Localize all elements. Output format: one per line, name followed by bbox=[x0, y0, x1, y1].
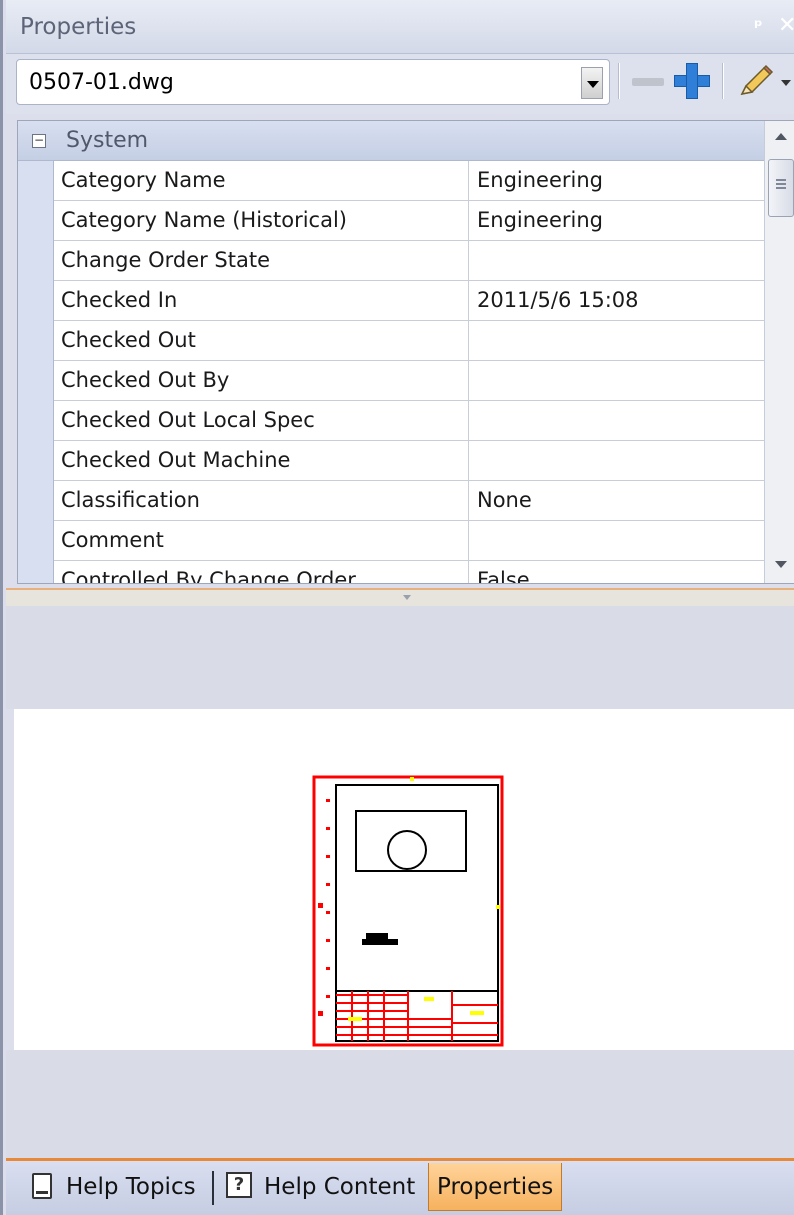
property-value[interactable]: None bbox=[469, 481, 764, 521]
splitter-handle[interactable] bbox=[6, 588, 794, 606]
property-name: Category Name (Historical) bbox=[54, 201, 469, 241]
property-value[interactable] bbox=[469, 361, 764, 401]
bottom-tab-bar: Help Topics ? Help Content Properties bbox=[6, 1158, 794, 1215]
property-value[interactable]: Engineering bbox=[469, 161, 764, 201]
property-value[interactable] bbox=[469, 521, 764, 561]
edit-pencil-icon[interactable] bbox=[736, 64, 776, 100]
splitter-grip-icon bbox=[403, 595, 411, 600]
tab-separator bbox=[212, 1171, 214, 1205]
property-name: Checked Out Machine bbox=[54, 441, 469, 481]
scroll-down-icon[interactable] bbox=[775, 561, 787, 568]
property-grid: − System Category Name Engineering Categor… bbox=[17, 120, 794, 584]
category-row-system[interactable]: − System bbox=[18, 121, 764, 161]
pin-icon[interactable]: ᵖ bbox=[754, 16, 763, 37]
help-icon: ? bbox=[226, 1172, 252, 1198]
property-value[interactable] bbox=[469, 401, 764, 441]
tab-properties[interactable]: Properties bbox=[428, 1163, 563, 1211]
preview-area-top bbox=[6, 606, 794, 709]
property-name: Checked Out Local Spec bbox=[54, 401, 469, 441]
category-label: System bbox=[66, 128, 149, 153]
property-row[interactable]: Checked Out bbox=[54, 321, 764, 361]
property-row[interactable]: Category Name (Historical) Engineering bbox=[54, 201, 764, 241]
property-rows: Category Name Engineering Category Name (H… bbox=[54, 161, 764, 583]
panel-title: Properties bbox=[20, 14, 137, 40]
dropdown-arrow-icon[interactable] bbox=[581, 67, 603, 99]
property-row[interactable]: Checked Out Local Spec bbox=[54, 401, 764, 441]
scroll-up-icon[interactable] bbox=[775, 133, 787, 140]
property-row[interactable]: Checked Out Machine bbox=[54, 441, 764, 481]
property-row[interactable]: Comment bbox=[54, 521, 764, 561]
remove-icon[interactable] bbox=[632, 78, 664, 86]
property-value[interactable]: 2011/5/6 15:08 bbox=[469, 281, 764, 321]
panel-titlebar: Properties ᵖ ✕ bbox=[6, 0, 794, 54]
property-row[interactable]: Classification None bbox=[54, 481, 764, 521]
file-selector-value: 0507-01.dwg bbox=[29, 70, 174, 95]
document-icon bbox=[32, 1173, 52, 1199]
property-name: Comment bbox=[54, 521, 469, 561]
collapse-icon[interactable]: − bbox=[32, 134, 46, 148]
properties-panel: Properties ᵖ ✕ 0507-01.dwg − System Cate… bbox=[0, 0, 794, 1215]
property-row[interactable]: Checked In 2011/5/6 15:08 bbox=[54, 281, 764, 321]
preview-area-bottom bbox=[6, 1050, 794, 1158]
tab-help-content[interactable]: Help Content bbox=[264, 1163, 415, 1211]
toolbar: 0507-01.dwg bbox=[6, 54, 794, 114]
vertical-scrollbar[interactable] bbox=[764, 121, 794, 583]
property-name: Checked Out By bbox=[54, 361, 469, 401]
property-name: Checked Out bbox=[54, 321, 469, 361]
add-icon[interactable] bbox=[674, 63, 710, 99]
property-name: Category Name bbox=[54, 161, 469, 201]
close-icon[interactable]: ✕ bbox=[778, 13, 794, 38]
property-name: Classification bbox=[54, 481, 469, 521]
property-value[interactable] bbox=[469, 241, 764, 281]
property-name: Controlled By Change Order bbox=[54, 561, 469, 583]
property-name: Checked In bbox=[54, 281, 469, 321]
property-value[interactable] bbox=[469, 441, 764, 481]
dropdown-arrow-icon[interactable] bbox=[781, 80, 791, 86]
property-row[interactable]: Change Order State bbox=[54, 241, 764, 281]
property-row[interactable]: Category Name Engineering bbox=[54, 161, 764, 201]
property-name: Change Order State bbox=[54, 241, 469, 281]
toolbar-separator bbox=[618, 63, 620, 99]
grid-gutter bbox=[18, 161, 54, 583]
property-row[interactable]: Controlled By Change Order False bbox=[54, 561, 764, 583]
property-value[interactable]: False bbox=[469, 561, 764, 583]
tab-help-topics[interactable]: Help Topics bbox=[66, 1163, 196, 1211]
file-selector[interactable]: 0507-01.dwg bbox=[16, 59, 610, 105]
drawing-preview bbox=[14, 709, 794, 1050]
property-value[interactable]: Engineering bbox=[469, 201, 764, 241]
scroll-thumb[interactable] bbox=[768, 159, 794, 217]
property-value[interactable] bbox=[469, 321, 764, 361]
toolbar-separator bbox=[722, 63, 724, 99]
drawing-thumbnail bbox=[312, 775, 504, 1047]
property-row[interactable]: Checked Out By bbox=[54, 361, 764, 401]
